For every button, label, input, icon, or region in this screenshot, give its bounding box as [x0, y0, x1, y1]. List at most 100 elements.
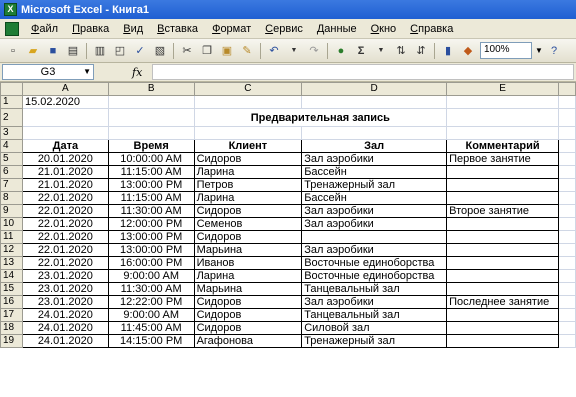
- cell[interactable]: [558, 126, 576, 140]
- cell-time[interactable]: 13:00:00 PM: [107, 178, 195, 192]
- menu-view[interactable]: Вид: [116, 23, 150, 35]
- sheet-title[interactable]: Предварительная запись: [193, 108, 448, 127]
- formula-input[interactable]: [152, 64, 574, 80]
- print-preview-icon[interactable]: ◰: [112, 43, 128, 59]
- cell-comment[interactable]: [446, 178, 560, 192]
- column-header-e[interactable]: E: [446, 82, 560, 96]
- cell-date[interactable]: 24.01.2020: [21, 321, 109, 335]
- cell-time[interactable]: 11:30:00 AM: [107, 282, 195, 296]
- cell-time[interactable]: 11:30:00 AM: [107, 204, 195, 218]
- cell-hall[interactable]: Зал аэробики: [301, 152, 448, 166]
- cell[interactable]: [558, 295, 576, 309]
- menu-data[interactable]: Данные: [310, 23, 364, 35]
- cell[interactable]: [558, 178, 576, 192]
- workbook-icon[interactable]: [5, 21, 19, 36]
- cell-hall[interactable]: Тренажерный зал: [301, 334, 448, 348]
- name-box[interactable]: G3 ▼: [2, 64, 94, 80]
- cell-hall[interactable]: Танцевальный зал: [301, 282, 448, 296]
- row-header[interactable]: 5: [0, 152, 23, 166]
- function-icon[interactable]: fx: [132, 66, 152, 79]
- cell[interactable]: [558, 321, 576, 335]
- cell[interactable]: [21, 126, 109, 140]
- sort-ascending-icon[interactable]: ⇅: [393, 43, 409, 59]
- column-header-d[interactable]: D: [301, 82, 448, 96]
- cell[interactable]: [107, 108, 195, 127]
- select-all-corner[interactable]: [0, 82, 23, 96]
- cell-hall[interactable]: Тренажерный зал: [301, 178, 448, 192]
- cell-comment[interactable]: Второе занятие: [446, 204, 560, 218]
- cell-client[interactable]: Сидоров: [193, 204, 303, 218]
- cell[interactable]: [558, 282, 576, 296]
- cell-time[interactable]: 11:15:00 AM: [107, 165, 195, 179]
- chevron-down-icon[interactable]: ▼: [83, 65, 91, 79]
- row-header[interactable]: 18: [0, 321, 23, 335]
- paste-icon[interactable]: ▣: [219, 43, 235, 59]
- cell[interactable]: [301, 95, 448, 109]
- print-icon[interactable]: ▥: [92, 43, 108, 59]
- cell-time[interactable]: 11:45:00 AM: [107, 321, 195, 335]
- header-date[interactable]: Дата: [21, 139, 109, 153]
- cell-client[interactable]: Сидоров: [193, 230, 303, 244]
- row-header[interactable]: 6: [0, 165, 23, 179]
- cell-comment[interactable]: [446, 321, 560, 335]
- cell[interactable]: [558, 217, 576, 231]
- row-header[interactable]: 15: [0, 282, 23, 296]
- cell[interactable]: [558, 95, 576, 109]
- column-header-c[interactable]: C: [193, 82, 303, 96]
- undo-dropdown-icon[interactable]: ▼: [286, 43, 302, 59]
- cell-comment[interactable]: [446, 230, 560, 244]
- cell-comment[interactable]: [446, 256, 560, 270]
- cell-hall[interactable]: Бассейн: [301, 165, 448, 179]
- cell-client[interactable]: Петров: [193, 178, 303, 192]
- row-header[interactable]: 8: [0, 191, 23, 205]
- cell-date[interactable]: 21.01.2020: [21, 165, 109, 179]
- header-time[interactable]: Время: [107, 139, 195, 153]
- row-header[interactable]: 16: [0, 295, 23, 309]
- cell-date[interactable]: 21.01.2020: [21, 178, 109, 192]
- menu-help[interactable]: Справка: [403, 23, 460, 35]
- cell-time[interactable]: 13:00:00 PM: [107, 230, 195, 244]
- cell-date[interactable]: 22.01.2020: [21, 230, 109, 244]
- autosum-dropdown-icon[interactable]: ▼: [373, 43, 389, 59]
- zoom-dropdown-icon[interactable]: ▼: [534, 42, 544, 59]
- cell-time[interactable]: 10:00:00 AM: [107, 152, 195, 166]
- research-icon[interactable]: ▧: [152, 43, 168, 59]
- cell-hall[interactable]: Танцевальный зал: [301, 308, 448, 322]
- cell-time[interactable]: 14:15:00 PM: [107, 334, 195, 348]
- cell-client[interactable]: Агафонова: [193, 334, 303, 348]
- cell[interactable]: [107, 126, 195, 140]
- cell-client[interactable]: Ларина: [193, 191, 303, 205]
- cell-client[interactable]: Сидоров: [193, 295, 303, 309]
- cell-client[interactable]: Марьина: [193, 243, 303, 257]
- cell-comment[interactable]: [446, 165, 560, 179]
- autosum-icon[interactable]: Σ: [353, 43, 369, 59]
- zoom-select[interactable]: 100%: [480, 42, 532, 59]
- cell-date[interactable]: 22.01.2020: [21, 191, 109, 205]
- chart-wizard-icon[interactable]: ▮: [440, 43, 456, 59]
- cell[interactable]: [558, 230, 576, 244]
- cell-comment[interactable]: Последнее занятие: [446, 295, 560, 309]
- cell-comment[interactable]: [446, 217, 560, 231]
- row-header[interactable]: 4: [0, 139, 23, 153]
- row-header[interactable]: 10: [0, 217, 23, 231]
- cell-client[interactable]: Ларина: [193, 269, 303, 283]
- format-painter-icon[interactable]: ✎: [239, 43, 255, 59]
- cell-time[interactable]: 9:00:00 AM: [107, 308, 195, 322]
- cell-date[interactable]: 23.01.2020: [21, 269, 109, 283]
- cell[interactable]: [193, 126, 303, 140]
- row-header[interactable]: 3: [0, 126, 23, 140]
- cell-client[interactable]: Сидоров: [193, 321, 303, 335]
- row-header[interactable]: 19: [0, 334, 23, 348]
- cell[interactable]: [446, 126, 560, 140]
- row-header[interactable]: 14: [0, 269, 23, 283]
- cut-icon[interactable]: ✂: [179, 43, 195, 59]
- cell-hall[interactable]: Силовой зал: [301, 321, 448, 335]
- cell[interactable]: [446, 108, 560, 127]
- cell-client[interactable]: Иванов: [193, 256, 303, 270]
- cell-time[interactable]: 12:22:00 PM: [107, 295, 195, 309]
- redo-icon[interactable]: ↷: [306, 43, 322, 59]
- cell-date[interactable]: 22.01.2020: [21, 204, 109, 218]
- header-hall[interactable]: Зал: [301, 139, 448, 153]
- cell[interactable]: [301, 126, 448, 140]
- menu-format[interactable]: Формат: [205, 23, 258, 35]
